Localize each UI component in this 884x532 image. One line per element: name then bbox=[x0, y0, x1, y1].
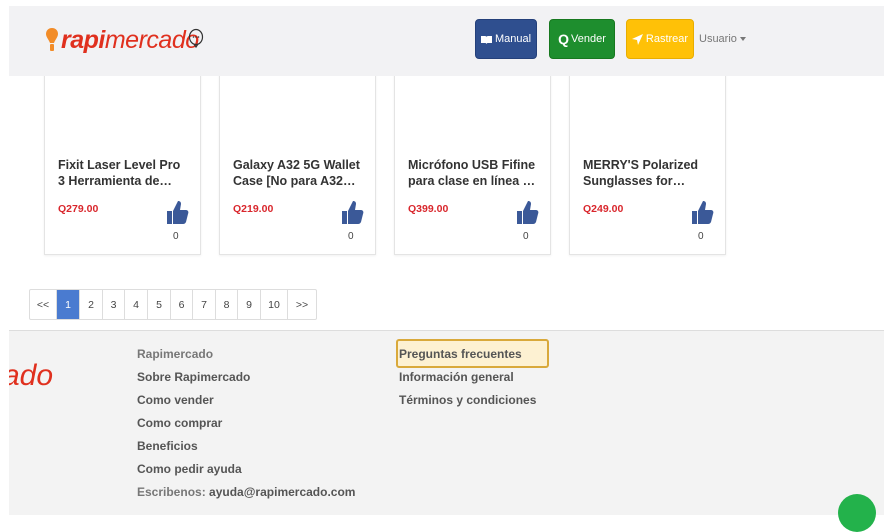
manual-label: Manual bbox=[494, 33, 532, 45]
whatsapp-chat-icon[interactable] bbox=[838, 494, 876, 532]
page-3[interactable]: 3 bbox=[103, 290, 125, 319]
user-menu[interactable]: Usuario bbox=[699, 33, 746, 45]
footer-link-ayuda[interactable]: Como pedir ayuda bbox=[137, 458, 355, 481]
product-card[interactable]: Fixit Laser Level Pro 3 Herramienta de… … bbox=[44, 46, 201, 255]
vender-q: Q bbox=[558, 31, 569, 47]
like-count: 0 bbox=[698, 231, 704, 242]
thumbs-up-icon[interactable] bbox=[690, 198, 714, 226]
thumbs-up-icon[interactable] bbox=[165, 198, 189, 226]
page-next[interactable]: >> bbox=[288, 290, 316, 319]
email-address[interactable]: ayuda@rapimercado.com bbox=[209, 485, 355, 499]
page-5[interactable]: 5 bbox=[148, 290, 171, 319]
footer-link-info-general[interactable]: Información general bbox=[399, 366, 536, 389]
brand-bold: rapi bbox=[61, 25, 105, 54]
manual-button[interactable]: Manual bbox=[475, 19, 537, 59]
user-menu-label: Usuario bbox=[699, 33, 737, 45]
product-title[interactable]: Fixit Laser Level Pro 3 Herramienta de… bbox=[58, 157, 188, 189]
product-title[interactable]: Micrófono USB Fifine para clase en línea… bbox=[408, 157, 538, 189]
like-count: 0 bbox=[173, 231, 179, 242]
product-title[interactable]: Galaxy A32 5G Wallet Case [No para A32… bbox=[233, 157, 363, 189]
product-card[interactable]: Galaxy A32 5G Wallet Case [No para A32… … bbox=[219, 46, 376, 255]
product-price: Q249.00 bbox=[583, 203, 624, 215]
page-2[interactable]: 2 bbox=[80, 290, 103, 319]
footer-column-rapimercado: Rapimercado Sobre Rapimercado Como vende… bbox=[137, 343, 355, 504]
footer-link-como-vender[interactable]: Como vender bbox=[137, 389, 355, 412]
navigation-arrow-icon bbox=[631, 33, 643, 45]
vender-button[interactable]: Q Vender bbox=[549, 19, 615, 59]
vender-label: Vender bbox=[571, 33, 606, 45]
site-logo[interactable]: rapimercado bbox=[44, 24, 199, 56]
caret-down-icon bbox=[739, 37, 746, 42]
like-count: 0 bbox=[348, 231, 354, 242]
footer-logo: ado bbox=[9, 359, 54, 392]
rastrear-button[interactable]: Rastrear bbox=[626, 19, 694, 59]
footer-link-como-comprar[interactable]: Como comprar bbox=[137, 412, 355, 435]
page: Fixit Laser Level Pro 3 Herramienta de… … bbox=[9, 6, 884, 515]
thumbs-up-icon[interactable] bbox=[515, 198, 539, 226]
like-count: 0 bbox=[523, 231, 529, 242]
pagination: << 1 2 3 4 5 6 7 8 9 10 >> bbox=[29, 289, 317, 320]
footer-link-beneficios[interactable]: Beneficios bbox=[137, 435, 355, 458]
footer-link-sobre[interactable]: Sobre Rapimercado bbox=[137, 366, 355, 389]
page-4[interactable]: 4 bbox=[125, 290, 148, 319]
page-7[interactable]: 7 bbox=[193, 290, 216, 319]
product-title[interactable]: MERRY'S Polarized Sunglasses for… bbox=[583, 157, 713, 189]
footer-link-faq[interactable]: Preguntas frecuentes bbox=[399, 343, 536, 366]
page-prev[interactable]: << bbox=[30, 290, 57, 319]
chat-bubble-icon[interactable] bbox=[188, 28, 204, 49]
product-price: Q219.00 bbox=[233, 203, 274, 215]
rastrear-label: Rastrear bbox=[645, 33, 689, 45]
product-card[interactable]: Micrófono USB Fifine para clase en línea… bbox=[394, 46, 551, 255]
thumbs-up-icon[interactable] bbox=[340, 198, 364, 226]
footer-link-terminos[interactable]: Términos y condiciones bbox=[399, 389, 536, 412]
footer: ado Rapimercado Sobre Rapimercado Como v… bbox=[9, 330, 884, 515]
top-header: rapimercado Manual Q Vender Rastrear Usu… bbox=[9, 6, 884, 76]
page-8[interactable]: 8 bbox=[216, 290, 238, 319]
footer-heading: Rapimercado bbox=[137, 347, 214, 361]
page-6[interactable]: 6 bbox=[171, 290, 193, 319]
product-price: Q279.00 bbox=[58, 203, 99, 215]
page-10[interactable]: 10 bbox=[261, 290, 288, 319]
brand-light: mercado bbox=[104, 25, 199, 54]
footer-column-info: Preguntas frecuentes Información general… bbox=[399, 343, 536, 412]
map-pin-icon bbox=[44, 27, 60, 53]
footer-email: Escribenos: ayuda@rapimercado.com bbox=[137, 481, 355, 504]
email-label: Escribenos: bbox=[137, 485, 206, 499]
page-1[interactable]: 1 bbox=[57, 290, 80, 319]
page-9[interactable]: 9 bbox=[238, 290, 261, 319]
product-price: Q399.00 bbox=[408, 203, 449, 215]
book-icon bbox=[480, 35, 492, 44]
product-card[interactable]: MERRY'S Polarized Sunglasses for… Q249.0… bbox=[569, 46, 726, 255]
